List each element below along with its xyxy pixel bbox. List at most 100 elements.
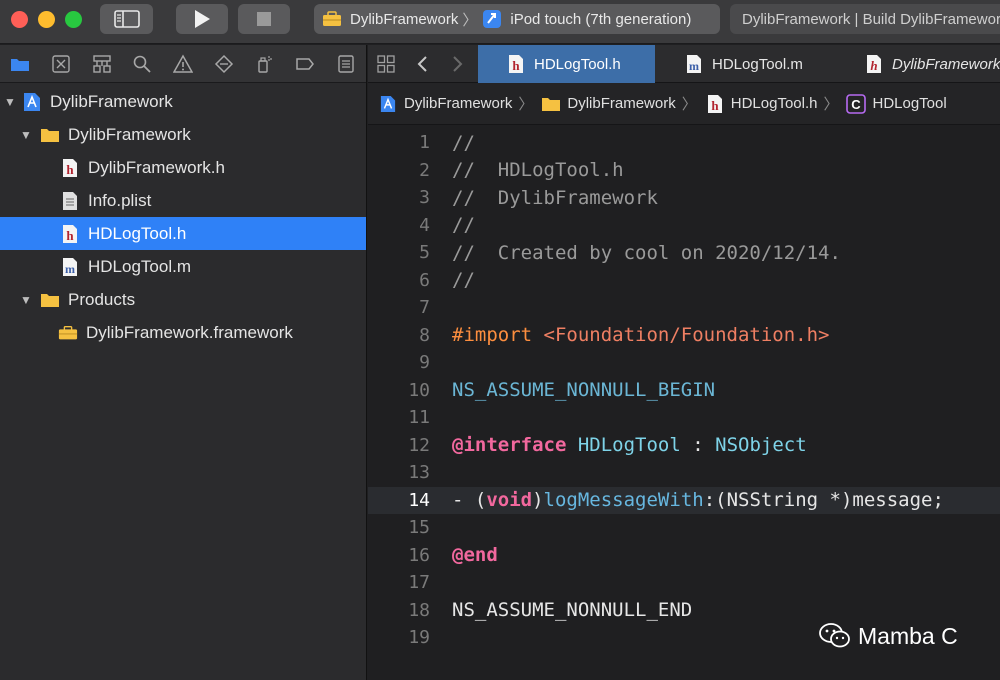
code-token: @interface: [452, 434, 567, 457]
jumpbar-file[interactable]: h HDLogTool.h: [705, 94, 817, 114]
code-line[interactable]: 2 // HDLogTool.h: [368, 157, 1000, 185]
code-line[interactable]: 7: [368, 294, 1000, 322]
plist-file-icon: [60, 191, 80, 211]
toggle-navigator-button[interactable]: [100, 4, 153, 34]
tree-row-file[interactable]: h DylibFramework.h: [0, 151, 366, 184]
xcode-project-icon: [378, 94, 398, 114]
code-line[interactable]: 9: [368, 349, 1000, 377]
tab-find-navigator[interactable]: [122, 45, 163, 83]
jumpbar-label: HDLogTool: [872, 95, 947, 112]
tree-row-file-selected[interactable]: h HDLogTool.h: [0, 217, 366, 250]
tab-breakpoint-navigator[interactable]: [285, 45, 326, 83]
code-token: #import: [452, 324, 544, 347]
line-number: 5: [419, 242, 430, 264]
code-line[interactable]: 6 //: [368, 267, 1000, 295]
navigate-back-button[interactable]: [404, 45, 440, 83]
jumpbar-project[interactable]: DylibFramework: [378, 94, 512, 114]
code-token: ): [532, 489, 544, 512]
tab-project-navigator[interactable]: [0, 45, 41, 83]
line-number: 11: [408, 407, 430, 429]
tab-hdlogtool-h[interactable]: h HDLogTool.h: [478, 45, 655, 83]
tab-test-navigator[interactable]: [203, 45, 244, 83]
line-number: 10: [408, 379, 430, 401]
tab-report-navigator[interactable]: [325, 45, 366, 83]
code-line[interactable]: 16 @end: [368, 542, 1000, 570]
svg-text:h: h: [66, 228, 74, 243]
code-line[interactable]: 1 //: [368, 129, 1000, 157]
tree-row-file[interactable]: DylibFramework.framework: [0, 316, 366, 349]
line-number: 9: [419, 352, 430, 374]
svg-text:m: m: [689, 59, 699, 73]
tab-debug-navigator[interactable]: [244, 45, 285, 83]
code-token: HDLogTool: [577, 434, 681, 457]
close-window-button[interactable]: [11, 11, 28, 28]
tab-issue-navigator[interactable]: [163, 45, 204, 83]
disclosure-expanded-icon[interactable]: ▼: [18, 128, 34, 142]
line-number: 17: [408, 572, 430, 594]
jumpbar-group[interactable]: DylibFramework: [541, 94, 676, 114]
code-token: void: [486, 489, 533, 512]
code-token: logMessageWith: [543, 489, 704, 512]
header-file-icon: h: [506, 54, 526, 74]
tree-row-label: DylibFramework: [50, 91, 173, 111]
line-number: 4: [419, 214, 430, 236]
code-token: - (: [452, 489, 487, 512]
scheme-selector[interactable]: DylibFramework 〉 iPod touch (7th generat…: [314, 4, 720, 34]
report-icon: [338, 54, 354, 73]
tree-row-project[interactable]: ▼ DylibFramework: [0, 85, 366, 118]
zoom-window-button[interactable]: [65, 11, 82, 28]
code-line[interactable]: 10 NS_ASSUME_NONNULL_BEGIN: [368, 377, 1000, 405]
spray-can-icon: [258, 55, 273, 73]
code-line-current[interactable]: 14- (void)logMessageWith:(NSString *)mes…: [368, 486, 1000, 514]
line-number: 1: [419, 132, 430, 154]
disclosure-expanded-icon[interactable]: ▼: [2, 95, 18, 109]
header-file-icon: h: [60, 158, 80, 178]
code-line[interactable]: 4 //: [368, 212, 1000, 240]
tree-row-label: HDLogTool.h: [88, 223, 187, 243]
code-line[interactable]: 18 NS_ASSUME_NONNULL_END: [368, 597, 1000, 625]
code-line[interactable]: 3 // DylibFramework: [368, 184, 1000, 212]
tab-symbol-navigator[interactable]: [81, 45, 122, 83]
code-token: @end: [452, 544, 498, 567]
breakpoint-icon: [296, 57, 314, 70]
tree-row-label: Products: [68, 289, 136, 309]
folder-icon: [40, 290, 60, 310]
implementation-file-icon: m: [60, 257, 80, 277]
navigate-forward-button[interactable]: [440, 45, 476, 83]
line-number: 6: [419, 269, 430, 291]
code-line[interactable]: 5 // Created by cool on 2020/12/14.: [368, 239, 1000, 267]
folder-icon: [40, 125, 60, 145]
run-button[interactable]: [176, 4, 228, 34]
tab-hdlogtool-m[interactable]: m HDLogTool.m: [658, 45, 835, 83]
xcode-project-icon: [22, 92, 42, 112]
activity-status-text: DylibFramework | Build DylibFramework: [742, 10, 1000, 28]
code-line[interactable]: 12 @interface HDLogTool : NSObject: [368, 432, 1000, 460]
code-line[interactable]: 17: [368, 569, 1000, 597]
tree-row-file[interactable]: Info.plist: [0, 184, 366, 217]
stop-button[interactable]: [238, 4, 290, 34]
code-line[interactable]: 11: [368, 404, 1000, 432]
disclosure-expanded-icon[interactable]: ▼: [18, 293, 34, 307]
source-editor: h HDLogTool.h m HDLogTool.m h DylibFrame…: [368, 45, 1000, 680]
tree-row-file[interactable]: m HDLogTool.m: [0, 250, 366, 283]
code-line[interactable]: 15: [368, 514, 1000, 542]
related-items-button[interactable]: [368, 45, 404, 83]
search-icon: [134, 55, 151, 73]
code-token: //: [452, 131, 475, 154]
warning-icon: [173, 53, 194, 73]
hierarchy-icon: [92, 54, 111, 73]
code-line[interactable]: 13: [368, 459, 1000, 487]
code-line[interactable]: 8 #import <Foundation/Foundation.h>: [368, 322, 1000, 350]
tree-row-group[interactable]: ▼ Products: [0, 283, 366, 316]
tree-row-group[interactable]: ▼ DylibFramework: [0, 118, 366, 151]
tab-source-control-navigator[interactable]: [41, 45, 82, 83]
folder-icon: [11, 58, 30, 71]
minimize-window-button[interactable]: [38, 11, 55, 28]
scheme-target-label: DylibFramework: [350, 10, 459, 28]
tree-row-label: DylibFramework.framework: [86, 322, 293, 342]
code-token: <Foundation/Foundation.h>: [543, 324, 830, 347]
jumpbar-symbol[interactable]: C HDLogTool: [846, 93, 947, 114]
tab-dylibframework-h[interactable]: h DylibFramework: [838, 45, 1000, 83]
code-area[interactable]: 1 // 2// HDLogTool.h 3// DylibFramework 4//5…: [368, 125, 1000, 652]
